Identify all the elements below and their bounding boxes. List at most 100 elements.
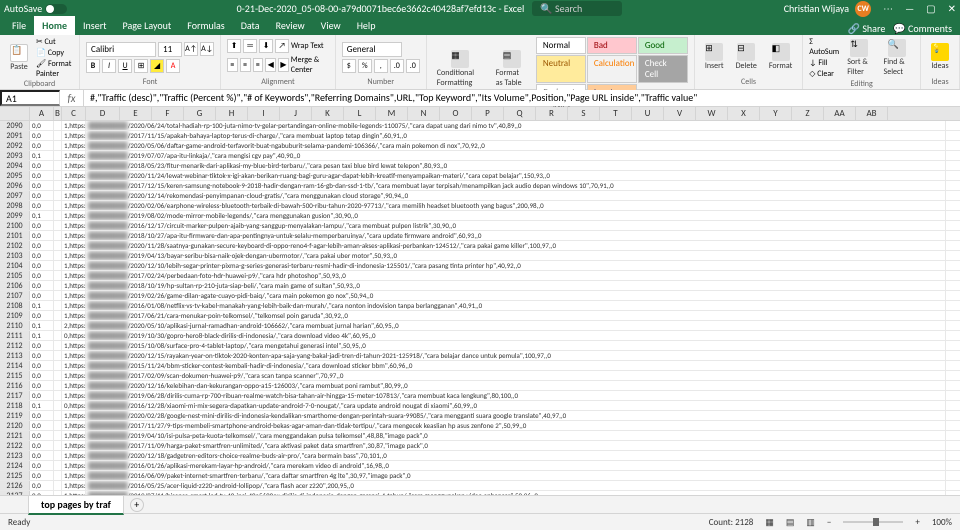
col-header-R[interactable]: R (536, 107, 568, 120)
table-row[interactable]: 21190,01,https:/████████/2020/02/28/goog… (0, 411, 960, 421)
row-header[interactable]: 2092 (0, 141, 30, 150)
font-size-select[interactable] (158, 42, 182, 57)
table-row[interactable]: 20980,01,https:/████████/2020/02/06/earp… (0, 201, 960, 211)
row-header[interactable]: 2103 (0, 251, 30, 260)
row-header[interactable]: 2096 (0, 181, 30, 190)
col-header-N[interactable]: N (408, 107, 440, 120)
autosum-button[interactable]: Σ AutoSum (809, 37, 839, 57)
format-as-table-button[interactable]: ▤Format as Table (492, 48, 532, 90)
col-header-AA[interactable]: AA (824, 107, 856, 120)
increase-indent-icon[interactable]: ▶ (278, 58, 289, 72)
row-header[interactable]: 2101 (0, 231, 30, 240)
align-right-icon[interactable]: ≡ (253, 58, 264, 72)
row-header[interactable]: 2099 (0, 211, 30, 220)
row-header[interactable]: 2115 (0, 371, 30, 380)
col-header-T[interactable]: T (600, 107, 632, 120)
col-header-D[interactable]: D (86, 107, 120, 120)
table-row[interactable]: 21100,12,https:/████████/2020/05/10/apli… (0, 321, 960, 331)
row-header[interactable]: 2123 (0, 451, 30, 460)
increase-font-icon[interactable]: A↑ (184, 42, 198, 56)
view-normal-icon[interactable]: ▦ (765, 517, 774, 528)
name-box[interactable] (0, 90, 60, 106)
table-row[interactable]: 21020,01,https:/████████/2020/11/28/saat… (0, 241, 960, 251)
autosave-toggle[interactable]: AutoSave (4, 2, 67, 15)
fx-icon[interactable]: fx (60, 90, 84, 106)
ideas-button[interactable]: 💡Ideas (927, 41, 953, 73)
table-row[interactable]: 21250,01,https:/████████/2016/06/09/pake… (0, 471, 960, 481)
find-select-button[interactable]: 🔍Find & Select (880, 37, 914, 79)
row-header[interactable]: 2124 (0, 461, 30, 470)
style-neutral[interactable]: Neutral (536, 55, 586, 83)
row-header[interactable]: 2111 (0, 331, 30, 340)
tab-help[interactable]: Help (349, 16, 384, 35)
col-header-AB[interactable]: AB (856, 107, 888, 120)
row-header[interactable]: 2113 (0, 351, 30, 360)
row-header[interactable]: 2094 (0, 161, 30, 170)
currency-icon[interactable]: $ (342, 59, 356, 73)
tab-formulas[interactable]: Formulas (179, 16, 232, 35)
row-header[interactable]: 2104 (0, 261, 30, 270)
align-top-icon[interactable]: ⬆ (227, 39, 241, 53)
font-name-select[interactable] (86, 42, 156, 57)
row-header[interactable]: 2108 (0, 301, 30, 310)
comments-button[interactable]: 💬 Comments (893, 22, 952, 35)
row-header[interactable]: 2110 (0, 321, 30, 330)
table-row[interactable]: 20950,01,https:/████████/2020/11/24/lewa… (0, 171, 960, 181)
table-row[interactable]: 20940,01,https:/████████/2018/05/23/fitu… (0, 161, 960, 171)
wrap-text-button[interactable]: Wrap Text (291, 41, 324, 51)
col-header-V[interactable]: V (664, 107, 696, 120)
share-button[interactable]: 🔗 Share (848, 22, 886, 35)
style-check-cell[interactable]: Check Cell (638, 55, 688, 83)
table-row[interactable]: 21000,01,https:/████████/2016/12/17/circ… (0, 221, 960, 231)
delete-cells-button[interactable]: ⊟Delete (732, 41, 761, 73)
style-good[interactable]: Good (638, 37, 688, 54)
bold-button[interactable]: B (86, 59, 100, 73)
format-cells-button[interactable]: ◧Format (765, 41, 796, 73)
tab-insert[interactable]: Insert (75, 16, 115, 35)
row-header[interactable]: 2116 (0, 381, 30, 390)
col-header-J[interactable]: J (280, 107, 312, 120)
table-row[interactable]: 20920,01,https:/████████/2020/05/06/daft… (0, 141, 960, 151)
close-icon[interactable]: ✕ (948, 2, 956, 15)
row-header[interactable]: 2121 (0, 431, 30, 440)
sheet-tab-top-pages[interactable]: top pages by traf (28, 495, 124, 515)
table-row[interactable]: 21200,01,https:/████████/2017/11/27/9-ti… (0, 421, 960, 431)
conditional-formatting-button[interactable]: ▦Conditional Formatting (433, 48, 488, 90)
col-header-W[interactable]: W (696, 107, 728, 120)
cut-button[interactable]: ✂ Cut (36, 37, 73, 47)
row-header[interactable]: 2095 (0, 171, 30, 180)
table-row[interactable]: 20900,01,https:/████████/2020/06/24/tota… (0, 121, 960, 131)
avatar[interactable]: CW (855, 1, 871, 17)
col-header-E[interactable]: E (120, 107, 152, 120)
row-header[interactable]: 2098 (0, 201, 30, 210)
col-header-I[interactable]: I (248, 107, 280, 120)
col-header-Z[interactable]: Z (792, 107, 824, 120)
tab-home[interactable]: Home (34, 16, 75, 35)
table-row[interactable]: 21160,01,https:/████████/2020/12/16/kele… (0, 381, 960, 391)
decrease-decimal-icon[interactable]: .0 (406, 59, 420, 73)
maximize-icon[interactable]: ▢ (926, 2, 935, 15)
table-row[interactable]: 21240,01,https:/████████/2016/01/26/apli… (0, 461, 960, 471)
font-color-button[interactable]: A (166, 59, 180, 73)
row-header[interactable]: 2106 (0, 281, 30, 290)
row-header[interactable]: 2091 (0, 131, 30, 140)
align-middle-icon[interactable]: ═ (243, 39, 257, 53)
cell-grid[interactable]: 20900,01,https:/████████/2020/06/24/tota… (0, 121, 960, 495)
fill-color-button[interactable]: ◢ (150, 59, 164, 73)
row-header[interactable]: 2114 (0, 361, 30, 370)
underline-button[interactable]: U (118, 59, 132, 73)
clear-button[interactable]: ◇ Clear (809, 69, 839, 79)
table-row[interactable]: 21260,01,https:/████████/2016/05/25/acer… (0, 481, 960, 491)
style-normal[interactable]: Normal (536, 37, 586, 54)
merge-center-button[interactable]: Merge & Center (291, 55, 329, 75)
col-header-C[interactable]: C (62, 107, 86, 120)
number-format-select[interactable] (342, 42, 402, 57)
col-header-M[interactable]: M (376, 107, 408, 120)
sort-filter-button[interactable]: ⇅Sort & Filter (843, 37, 875, 79)
row-header[interactable]: 2127 (0, 491, 30, 495)
comma-icon[interactable]: , (374, 59, 388, 73)
formula-bar[interactable]: #,"Traffic (desc)","Traffic (Percent %)"… (84, 90, 960, 106)
table-row[interactable]: 21220,01,https:/████████/2017/11/09/harg… (0, 441, 960, 451)
table-row[interactable]: 21150,01,https:/████████/2017/02/09/scan… (0, 371, 960, 381)
select-all-corner[interactable] (0, 107, 30, 120)
